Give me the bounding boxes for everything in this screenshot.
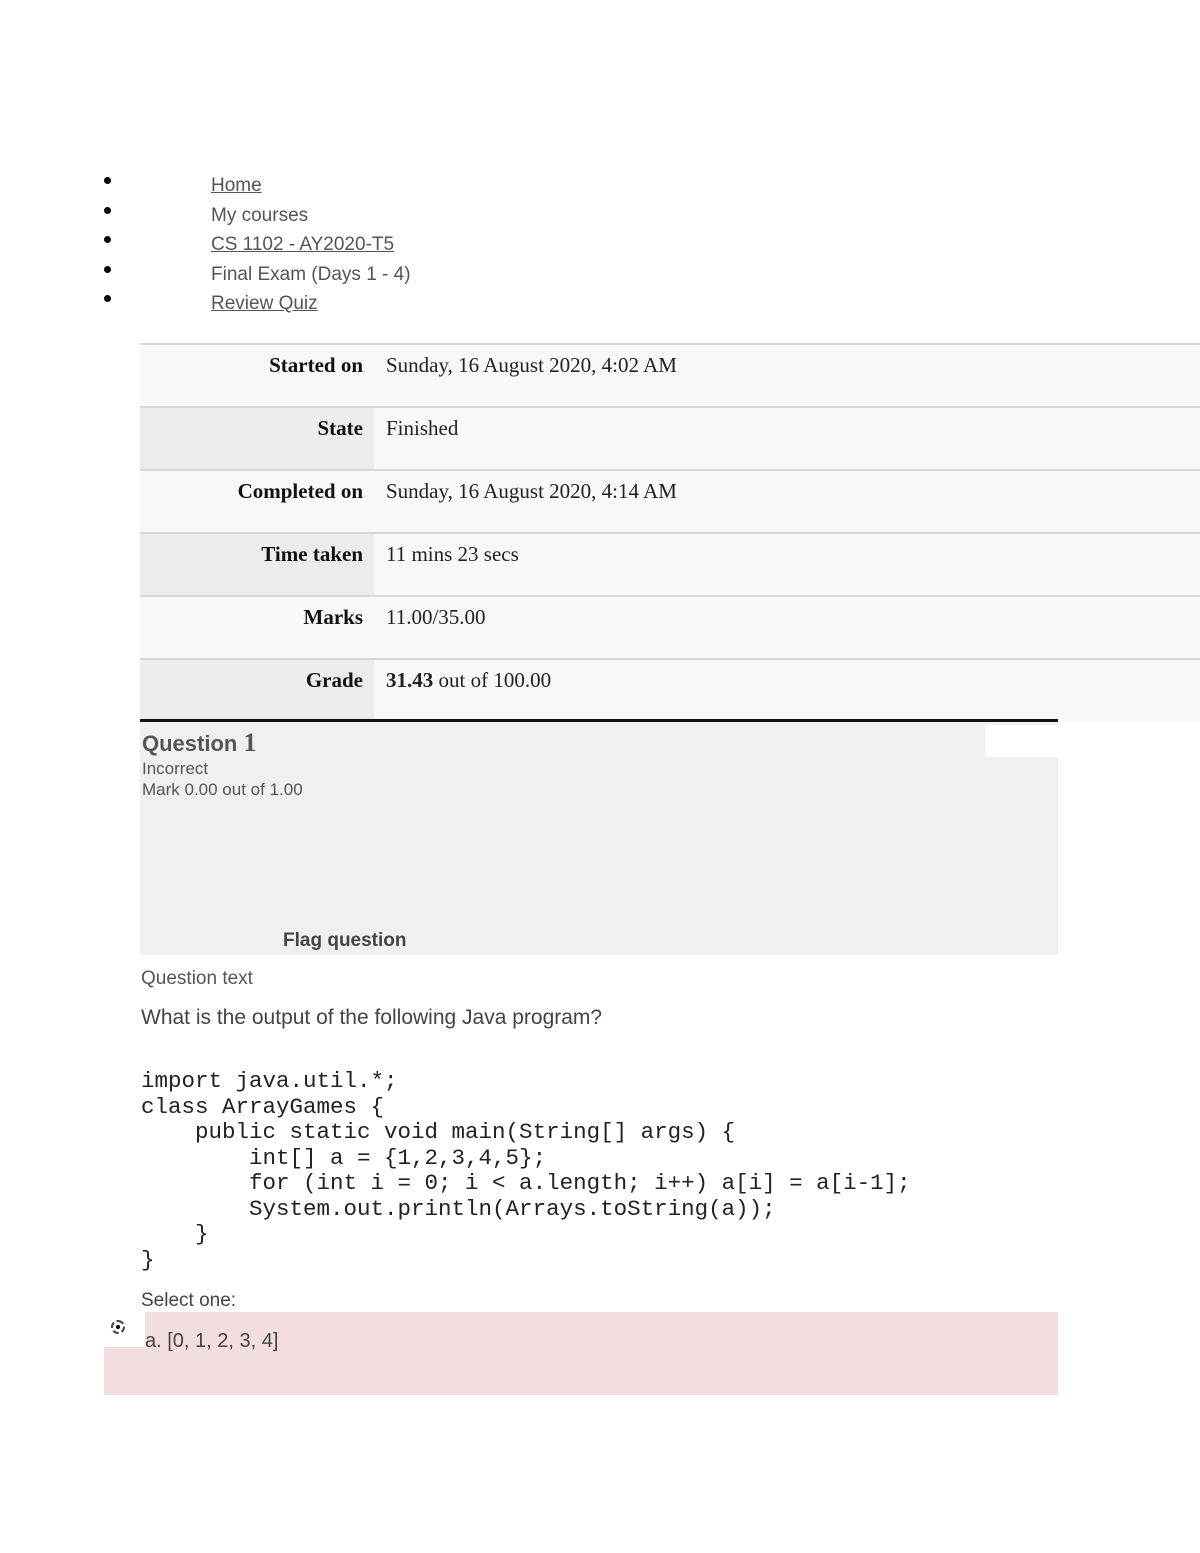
question-text-label: Question text <box>141 968 253 989</box>
question-number: 1 <box>243 728 257 757</box>
bullet-icon <box>104 265 111 273</box>
question-title: Question 1 <box>142 728 256 758</box>
exam-label: Final Exam (Days 1 - 4) <box>211 263 411 285</box>
home-link[interactable]: Home <box>211 175 262 197</box>
summary-row-completed: Completed on Sunday, 16 August 2020, 4:14… <box>140 469 1200 532</box>
row-value: 11.00/35.00 <box>386 605 486 629</box>
row-value: Sunday, 16 August 2020, 4:14 AM <box>386 479 677 503</box>
select-one-label: Select one: <box>141 1290 237 1311</box>
row-label: Marks <box>303 605 364 629</box>
code-block: import java.util.*; class ArrayGames { p… <box>141 1068 911 1273</box>
bullet-icon <box>104 206 111 214</box>
question-info-box: Question 1 Incorrect Mark 0.00 out of 1.… <box>140 719 1058 955</box>
notch <box>985 725 1058 757</box>
summary-row-time: Time taken 11 mins 23 secs <box>140 532 1200 595</box>
course-link[interactable]: CS 1102 - AY2020-T5 <box>211 234 394 256</box>
page: Home My courses CS 1102 - AY2020-T5 Fina… <box>0 0 1200 1553</box>
summary-row-state: State Finished <box>140 406 1200 469</box>
row-label: Time taken <box>140 534 374 595</box>
row-value: Finished <box>386 416 459 440</box>
radio-selected-icon[interactable] <box>111 1320 125 1334</box>
question-title-text: Question <box>142 731 244 756</box>
row-label: State <box>140 408 374 469</box>
review-quiz-link[interactable]: Review Quiz <box>211 293 318 315</box>
question-text: What is the output of the following Java… <box>141 1006 603 1029</box>
answer-label: a. [0, 1, 2, 3, 4] <box>145 1330 279 1352</box>
bullet-icon <box>104 177 111 184</box>
flag-question-button[interactable]: Flag question <box>283 930 407 952</box>
row-label: Grade <box>140 660 374 721</box>
row-value: 11 mins 23 secs <box>386 542 519 566</box>
quiz-summary-table: Started on Sunday, 16 August 2020, 4:02 A… <box>140 343 1200 721</box>
my-courses-label: My courses <box>211 204 309 226</box>
row-value: 31.43 out of 100.00 <box>386 668 551 693</box>
row-value: Sunday, 16 August 2020, 4:02 AM <box>386 353 677 377</box>
answer-option-a[interactable]: a. [0, 1, 2, 3, 4] <box>104 1312 1058 1395</box>
row-label: Started on <box>269 353 363 377</box>
grade-total: out of 100.00 <box>433 668 552 692</box>
summary-row-started: Started on Sunday, 16 August 2020, 4:02 A… <box>140 343 1200 406</box>
question-state: Incorrect <box>142 759 209 778</box>
summary-row-marks: Marks 11.00/35.00 <box>140 595 1200 658</box>
row-label: Completed on <box>237 479 363 503</box>
question-mark: Mark 0.00 out of 1.00 <box>142 780 303 799</box>
bullet-icon <box>104 295 111 303</box>
grade-score: 31.43 <box>386 668 434 692</box>
bullet-icon <box>104 236 111 244</box>
summary-row-grade: Grade 31.43 out of 100.00 <box>140 658 1200 721</box>
